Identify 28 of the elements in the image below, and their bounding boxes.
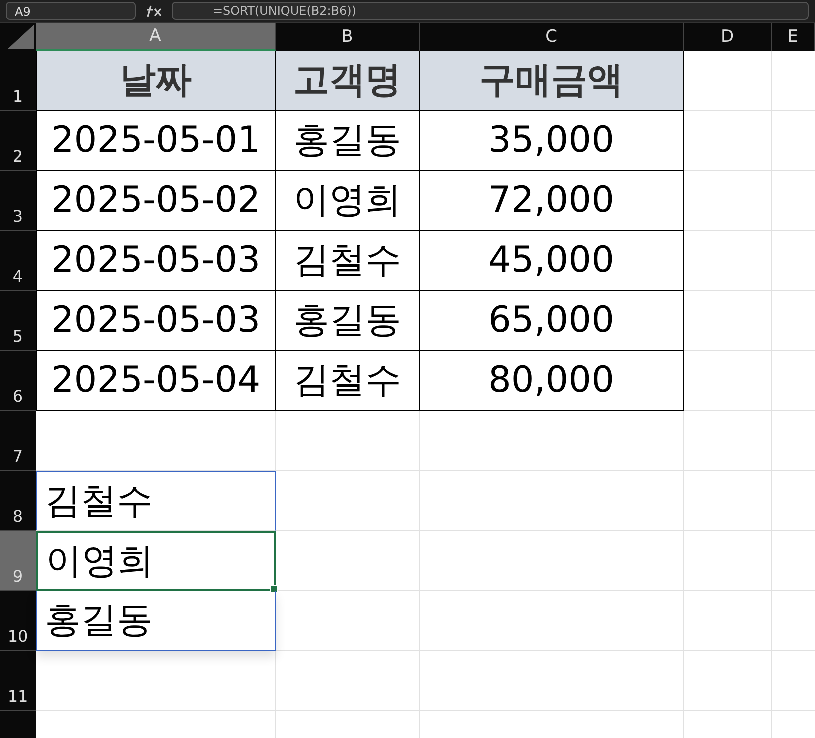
column-heading[interactable]: 고객명 <box>276 51 420 111</box>
table-cell[interactable]: 홍길동 <box>276 291 420 351</box>
row-header[interactable]: 9 <box>0 531 36 591</box>
table-cell[interactable]: 72,000 <box>420 171 684 231</box>
column-heading[interactable]: 날짜 <box>36 51 276 111</box>
table-cell[interactable]: 2025-05-03 <box>36 291 276 351</box>
formula-bar[interactable]: =SORT(UNIQUE(B2:B6)) <box>172 2 809 20</box>
table-cell[interactable]: 80,000 <box>420 351 684 411</box>
table-cell[interactable]: 45,000 <box>420 231 684 291</box>
table-cell[interactable]: 홍길동 <box>276 111 420 171</box>
name-box[interactable]: A9 <box>6 2 136 20</box>
column-header[interactable]: A <box>36 23 276 51</box>
table-cell[interactable]: 35,000 <box>420 111 684 171</box>
table-cell[interactable]: 김철수 <box>276 351 420 411</box>
table-cell[interactable]: 2025-05-04 <box>36 351 276 411</box>
spill-cell[interactable]: 홍길동 <box>36 591 276 651</box>
table-cell[interactable]: 이영희 <box>276 171 420 231</box>
table-cell[interactable]: 2025-05-03 <box>36 231 276 291</box>
column-heading[interactable]: 구매금액 <box>420 51 684 111</box>
fill-handle[interactable] <box>270 585 278 593</box>
function-icon[interactable] <box>144 4 164 18</box>
table-cell[interactable]: 김철수 <box>276 231 420 291</box>
table-cell[interactable]: 2025-05-01 <box>36 111 276 171</box>
spill-cell[interactable]: 김철수 <box>36 471 276 531</box>
select-all-icon[interactable] <box>8 25 34 49</box>
table-cell[interactable]: 2025-05-02 <box>36 171 276 231</box>
table-cell[interactable]: 65,000 <box>420 291 684 351</box>
spill-cell[interactable]: 이영희 <box>36 531 276 591</box>
